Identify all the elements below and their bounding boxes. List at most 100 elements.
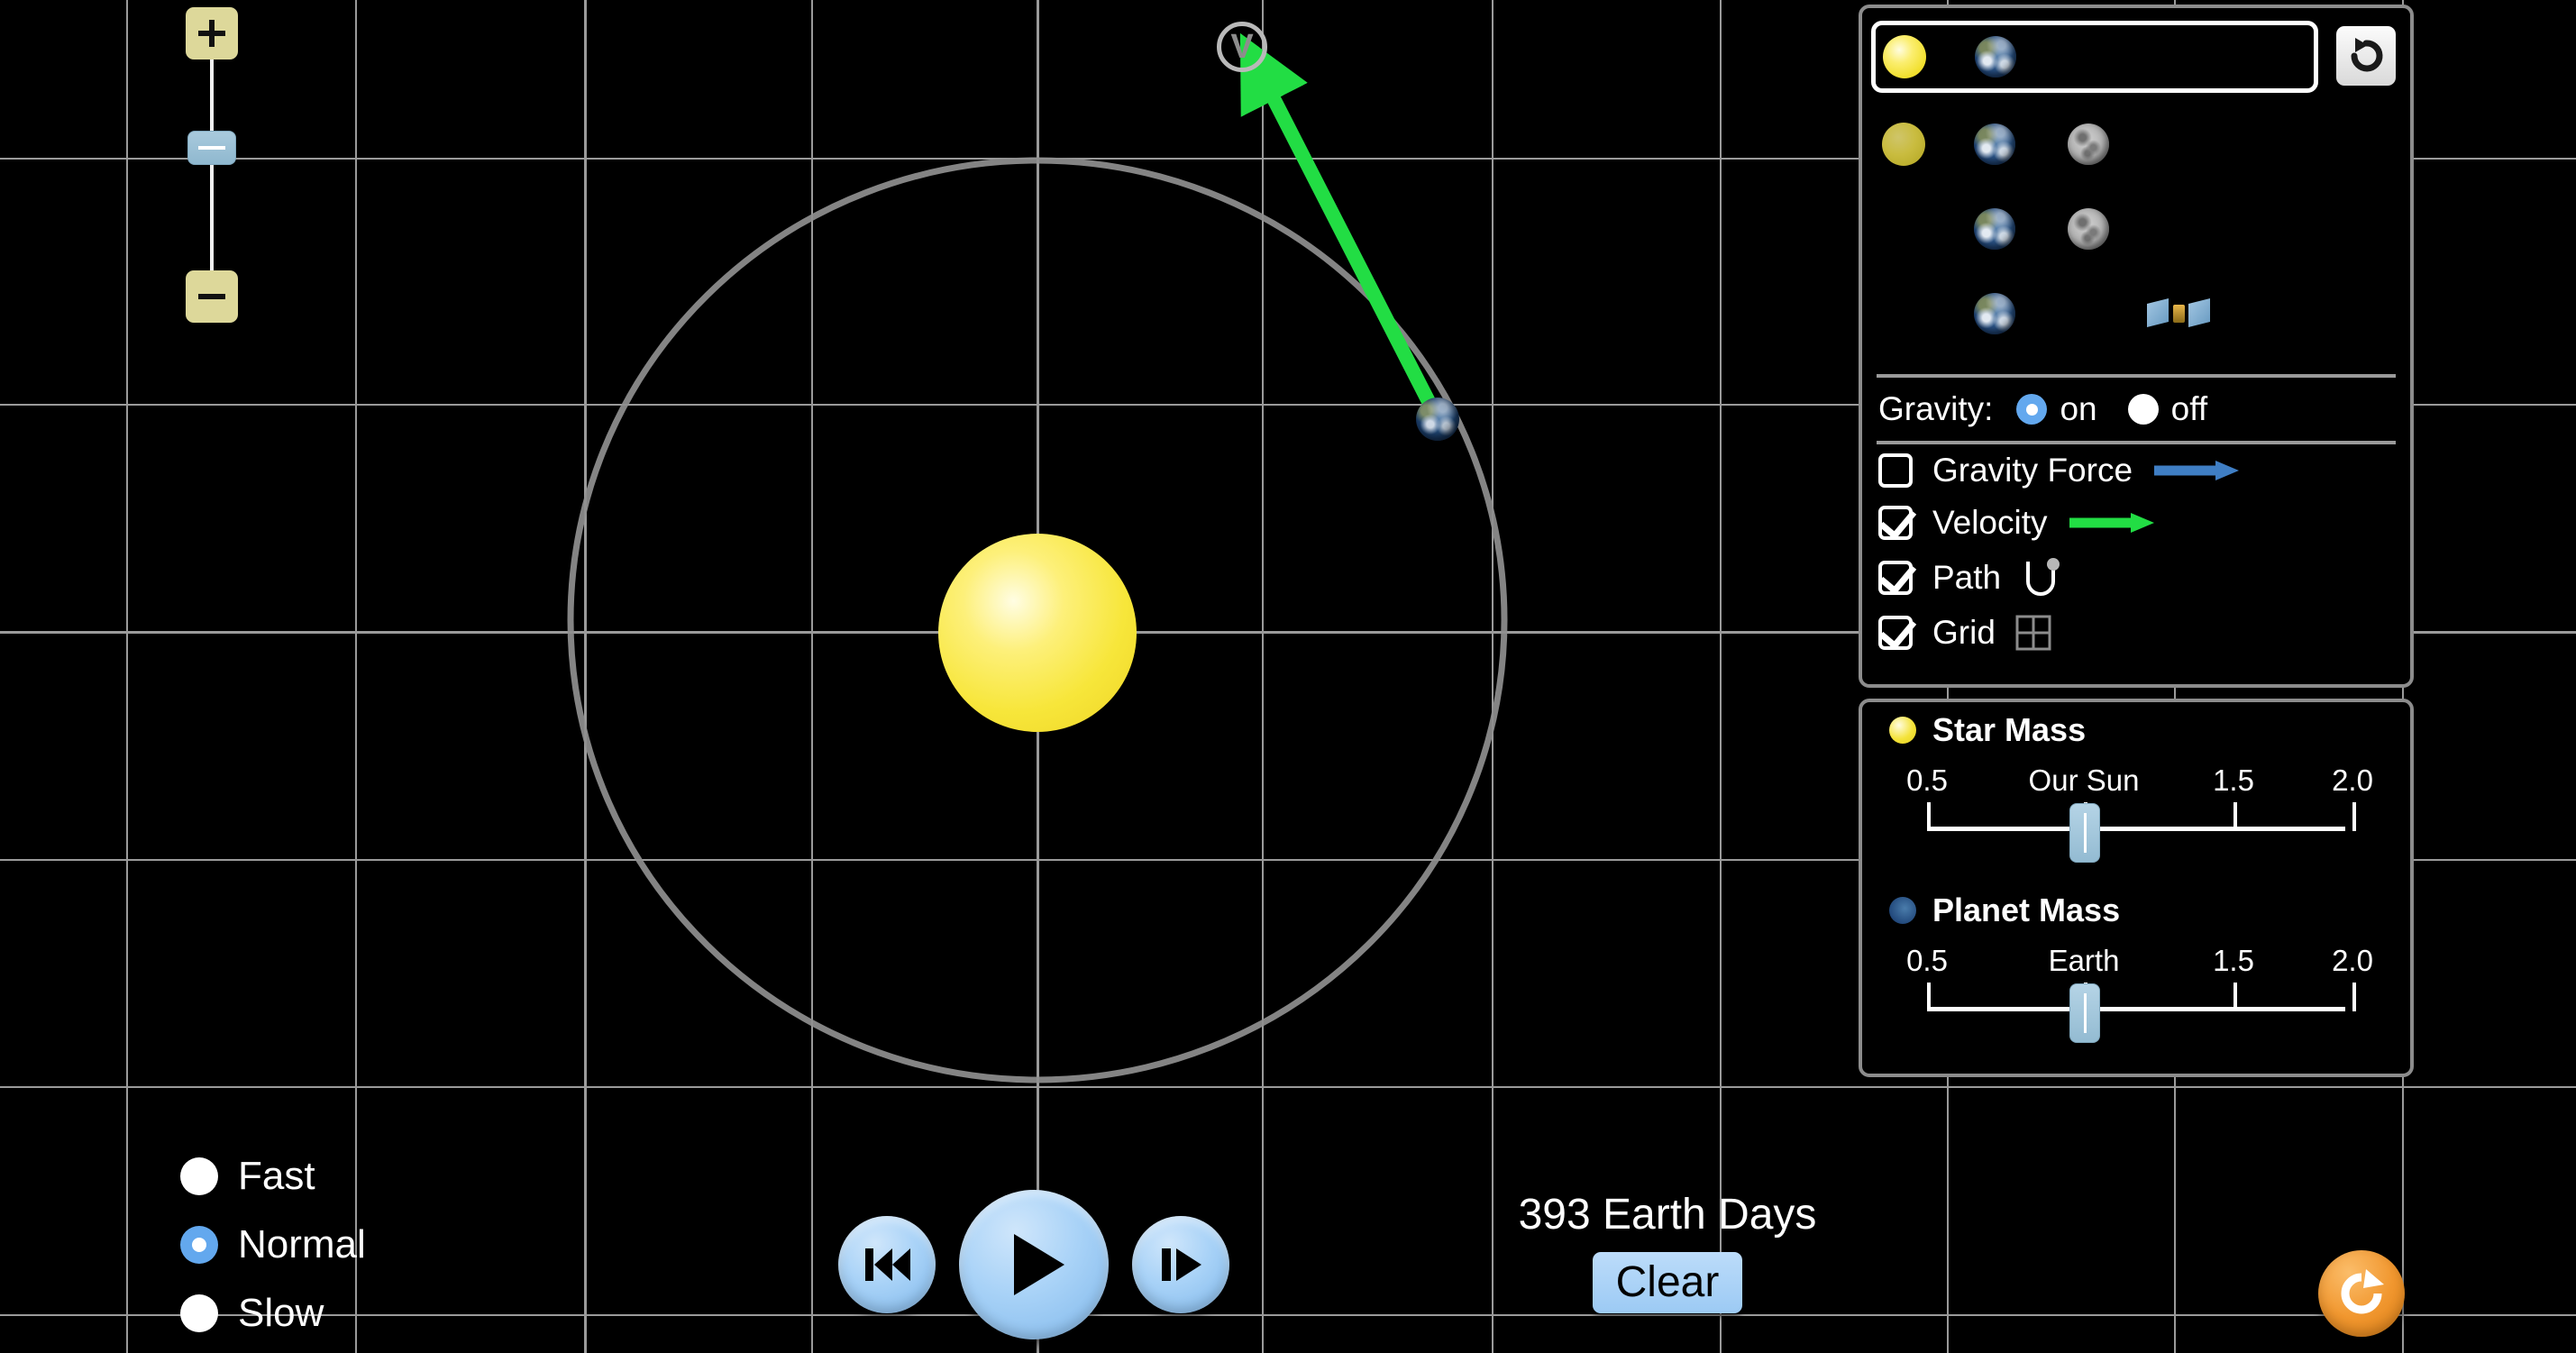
star-tick-mark [2352,802,2356,831]
speed-option-fast[interactable]: Fast [180,1154,366,1199]
planet-mass-tick-labels: 0.5 Earth 1.5 2.0 [1889,944,2383,980]
velocity-handle-label: V [1230,28,1254,66]
checkbox-velocity[interactable]: Velocity [1862,497,2410,549]
zoom-control [186,7,243,323]
gravity-off-label[interactable]: off [2171,390,2207,428]
planet-earth[interactable] [1416,398,1459,441]
mode-icon-moon [2068,123,2109,165]
simulation-canvas: V Gravity: on off Gravity Force Velocity… [0,0,2576,1353]
checkbox-path[interactable]: Path [1862,549,2410,607]
star-mass-tick-labels: 0.5 Our Sun 1.5 2.0 [1889,763,2383,800]
mode-row-star-planet-moon[interactable] [1862,102,2410,187]
star-mass-thumb[interactable] [2069,803,2100,863]
zoom-out-button[interactable] [186,270,238,323]
mode-row-planet-satellite[interactable] [1862,271,2410,356]
grid-axis-vertical [584,0,587,1353]
checkbox-gravity-force[interactable]: Gravity Force [1862,444,2410,497]
mode-selector [1862,8,2410,356]
elapsed-time-text: 393 Earth Days [1518,1191,1817,1239]
earth-dot-icon [1889,897,1916,924]
planet-mass-group: Planet Mass 0.5 Earth 1.5 2.0 [1862,882,2410,1043]
star-tick-mark [2233,802,2237,831]
mode-row-planet-moon[interactable] [1862,187,2410,271]
speed-control: Fast Normal Slow [180,1154,366,1353]
mode-icon-earth [1974,208,2015,250]
planet-mass-header: Planet Mass [1889,891,2383,929]
play-button[interactable] [959,1190,1109,1339]
star-tick-1: Our Sun [2028,763,2140,797]
mode-icon-earth [1975,36,2016,78]
mode-row-star-planet[interactable] [1871,21,2318,93]
gravity-force-checkbox[interactable] [1878,453,1913,488]
fast-radio[interactable] [180,1157,218,1195]
slow-label: Slow [238,1291,324,1335]
mode-icon-earth [1974,293,2015,334]
star-tick-mark [1927,802,1931,831]
path-curve-icon [2021,556,2068,599]
planet-mass-slider[interactable]: 0.5 Earth 1.5 2.0 [1889,944,2383,1043]
grid-line-vertical [126,0,128,1353]
mode-icon-sun [1883,35,1926,78]
mode-icon-satellite [2147,296,2210,332]
star-tick-0: 0.5 [1906,763,1948,797]
star-sun[interactable] [938,534,1137,732]
sun-dot-icon [1889,717,1916,744]
playback-controls [838,1190,1229,1339]
blue-arrow-icon [2152,459,2241,482]
speed-option-slow[interactable]: Slow [180,1291,366,1336]
gravity-on-radio[interactable] [2016,394,2048,425]
star-mass-track[interactable] [1927,827,2345,831]
gravity-off-radio[interactable] [2127,394,2159,425]
slow-radio[interactable] [180,1294,218,1332]
grid-line-vertical [1720,0,1722,1353]
rewind-button[interactable] [838,1216,936,1313]
star-tick-2: 1.5 [2213,763,2254,797]
zoom-slider-handle[interactable] [187,131,236,165]
rewind-icon [865,1248,910,1281]
velocity-drag-handle[interactable]: V [1217,22,1267,72]
step-forward-button[interactable] [1132,1216,1229,1313]
grid-checkbox[interactable] [1878,616,1913,650]
mode-icon-sun-dim [1882,123,1925,166]
grid-line-horizontal [0,1086,2576,1088]
star-tick-3: 2.0 [2332,763,2373,797]
planet-tick-1: Earth [2048,944,2120,977]
time-display-block: 393 Earth Days Clear [1514,1190,1821,1313]
zoom-slider-track[interactable] [210,59,214,270]
grid-line-vertical [355,0,357,1353]
planet-tick-mark [1927,983,1931,1011]
fast-label: Fast [238,1154,315,1198]
grid-line-vertical [811,0,813,1353]
planet-tick-0: 0.5 [1906,944,1948,977]
planet-tick-2: 1.5 [2213,944,2254,977]
grid-label: Grid [1932,614,1996,651]
planet-mass-thumb[interactable] [2069,983,2100,1043]
reset-all-button[interactable] [2318,1250,2405,1337]
grid-line-horizontal [0,1314,2576,1316]
velocity-vector-arrow[interactable] [1239,32,1445,423]
zoom-in-button[interactable] [186,7,238,59]
undo-arrow-icon [2351,38,2383,72]
clear-button[interactable]: Clear [1592,1252,1743,1313]
planet-mass-title: Planet Mass [1932,891,2121,928]
velocity-label: Velocity [1932,504,2048,541]
star-mass-title: Star Mass [1932,711,2087,748]
checkbox-grid[interactable]: Grid [1862,607,2410,659]
gravity-on-label[interactable]: on [2060,390,2096,428]
plus-icon-vertical [209,20,215,47]
normal-radio[interactable] [180,1226,218,1264]
gravity-force-label: Gravity Force [1932,452,2133,489]
path-checkbox[interactable] [1878,561,1913,595]
path-label: Path [1932,559,2002,596]
star-mass-slider[interactable]: 0.5 Our Sun 1.5 2.0 [1889,763,2383,863]
planet-tick-mark [2352,983,2356,1011]
speed-option-normal[interactable]: Normal [180,1222,366,1267]
velocity-checkbox[interactable] [1878,506,1913,540]
grid-line-vertical [1492,0,1494,1353]
star-mass-header: Star Mass [1889,711,2383,749]
restart-mode-button[interactable] [2336,26,2396,86]
mass-controls-panel: Star Mass 0.5 Our Sun 1.5 2.0 Planet Mas… [1859,699,2414,1077]
gravity-label: Gravity: [1878,390,1994,427]
grid-icon [2015,615,2051,651]
planet-mass-track[interactable] [1927,1007,2345,1011]
